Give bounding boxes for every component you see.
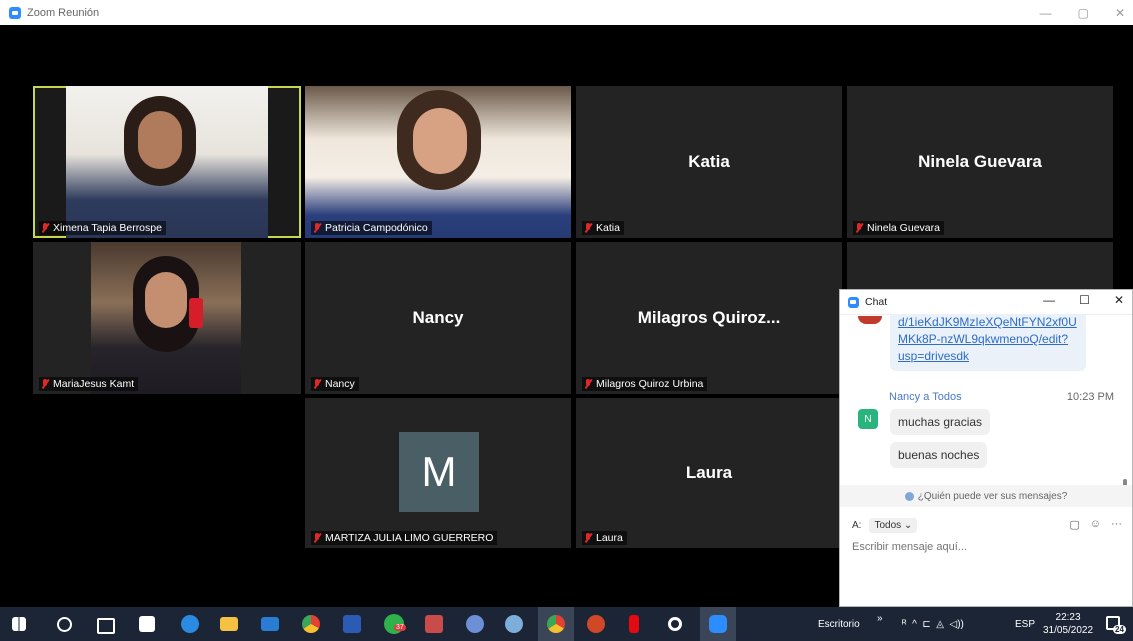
chat-close-button[interactable]: ✕ (1114, 293, 1124, 307)
window-title: Zoom Reunión (27, 6, 100, 19)
participant-tile-laura[interactable]: Laura Laura (576, 398, 842, 548)
file-explorer-icon[interactable] (220, 617, 238, 631)
recipient-label: A: (852, 519, 862, 531)
muted-mic-icon (584, 223, 592, 233)
more-icon[interactable]: ··· (1111, 518, 1122, 531)
system-tray-icons[interactable]: ᴿ ^ ⊏ ◬ ◁)) (902, 607, 964, 641)
participant-name-label: MARTIZA JULIA LIMO GUERRERO (311, 531, 498, 545)
task-view-icon[interactable] (97, 618, 115, 634)
participant-tile-ninela[interactable]: Ninela Guevara Ninela Guevara (847, 86, 1113, 238)
desktop-toolbar-label[interactable]: Escritorio (818, 607, 860, 641)
chat-messages[interactable]: d/1ieKdJK9MzIeXQeNtFYN2xf0U MKk8P-nzWL9q… (840, 314, 1132, 492)
sender-avatar (858, 316, 882, 324)
recipient-row: A: Todos ⌄ ▢ ☺ ··· (852, 516, 1122, 534)
chat-window[interactable]: Chat — ☐ ✕ d/1ieKdJK9MzIeXQeNtFYN2xf0U M… (839, 289, 1133, 607)
file-icon[interactable]: ▢ (1069, 518, 1079, 531)
clock[interactable]: 22:23 31/05/2022 (1043, 607, 1093, 641)
participant-name-label: MariaJesus Kamt (39, 377, 139, 391)
app-icon[interactable] (505, 615, 523, 633)
participant-display-name: Milagros Quiroz... (637, 308, 781, 327)
chat-titlebar: Chat — ☐ ✕ (840, 290, 1132, 315)
edge-icon[interactable] (181, 615, 199, 633)
muted-mic-icon (855, 223, 863, 233)
participant-avatar: M (399, 432, 479, 512)
participant-display-name: Katia (688, 152, 730, 171)
recipient-select[interactable]: Todos ⌄ (869, 517, 918, 533)
participant-tile-patricia[interactable]: Patricia Campodónico (305, 86, 571, 238)
participant-video (305, 86, 571, 238)
netflix-icon[interactable] (629, 615, 639, 633)
chat-minimize-button[interactable]: — (1043, 293, 1055, 307)
message-time: 10:23 PM (1066, 391, 1114, 403)
powerpoint-icon[interactable] (587, 615, 605, 633)
participant-display-name: Laura (685, 463, 733, 482)
participant-tile-ximena[interactable]: Ximena Tapia Berrospe (33, 86, 301, 238)
zoom-logo-icon (848, 296, 859, 308)
zoom-icon[interactable] (709, 615, 727, 633)
participant-display-name: Nancy (412, 308, 464, 327)
chrome-icon[interactable] (547, 615, 565, 633)
people-icon (904, 491, 914, 501)
emoji-icon[interactable]: ☺ (1090, 518, 1101, 531)
close-button[interactable]: ✕ (1115, 6, 1125, 20)
participant-name-label: Ximena Tapia Berrospe (39, 221, 166, 235)
participant-video (91, 242, 241, 394)
toolbar-expand-chevron[interactable]: » (877, 601, 883, 635)
notification-count: 24 (1113, 625, 1126, 634)
settings-gear-icon[interactable] (668, 617, 682, 631)
mail-icon[interactable] (261, 617, 279, 631)
muted-mic-icon (584, 533, 592, 543)
participant-name-label: Laura (582, 531, 627, 545)
minimize-button[interactable]: — (1040, 6, 1052, 20)
participant-name-label: Milagros Quiroz Urbina (582, 377, 708, 391)
muted-mic-icon (313, 379, 321, 389)
chat-message: buenas noches (890, 442, 988, 468)
muted-mic-icon (313, 533, 321, 543)
message-sender[interactable]: Nancy a Todos (889, 391, 962, 403)
chrome-icon[interactable] (302, 615, 320, 633)
word-icon[interactable] (343, 615, 361, 633)
windows-start-icon[interactable] (12, 617, 26, 631)
muted-mic-icon (41, 379, 49, 389)
sender-avatar: N (858, 409, 878, 429)
whatsapp-badge: 37 (394, 624, 406, 631)
chat-maximize-button[interactable]: ☐ (1079, 293, 1090, 307)
participant-display-name: Ninela Guevara (918, 152, 1042, 171)
restore-button[interactable]: ▢ (1078, 6, 1089, 20)
zoom-logo-icon (9, 6, 21, 19)
participant-tile-mariajesus[interactable]: MariaJesus Kamt (33, 242, 301, 394)
participant-tile-nancy[interactable]: Nancy Nancy (305, 242, 571, 394)
who-can-see-link[interactable]: ¿Quién puede ver sus mensajes? (840, 485, 1132, 507)
store-icon[interactable] (139, 616, 155, 632)
participant-name-label: Katia (582, 221, 624, 235)
participant-tile-martiza[interactable]: M MARTIZA JULIA LIMO GUERRERO (305, 398, 571, 548)
muted-mic-icon (313, 223, 321, 233)
windows-taskbar: 37 Escritorio » ᴿ ^ ⊏ ◬ ◁)) ESP 22:23 31… (0, 607, 1133, 641)
participant-tile-katia[interactable]: Katia Katia (576, 86, 842, 238)
muted-mic-icon (584, 379, 592, 389)
input-language[interactable]: ESP (1015, 607, 1035, 641)
participant-tile-milagros[interactable]: Milagros Quiroz... Milagros Quiroz Urbin… (576, 242, 842, 394)
chat-title: Chat (865, 296, 888, 308)
shared-link[interactable]: d/1ieKdJK9MzIeXQeNtFYN2xf0U MKk8P-nzWL9q… (890, 314, 1086, 371)
chat-message: muchas gracias (890, 409, 991, 435)
paint-icon[interactable] (466, 615, 484, 633)
window-titlebar: Zoom Reunión — ▢ ✕ (0, 0, 1133, 25)
photo-app-icon[interactable] (425, 615, 443, 633)
chat-message-input[interactable] (852, 541, 1112, 553)
search-icon[interactable] (57, 617, 72, 632)
muted-mic-icon (41, 223, 49, 233)
participant-name-label: Patricia Campodónico (311, 221, 432, 235)
participant-video (66, 86, 268, 238)
participant-name-label: Nancy (311, 377, 359, 391)
participant-name-label: Ninela Guevara (853, 221, 944, 235)
